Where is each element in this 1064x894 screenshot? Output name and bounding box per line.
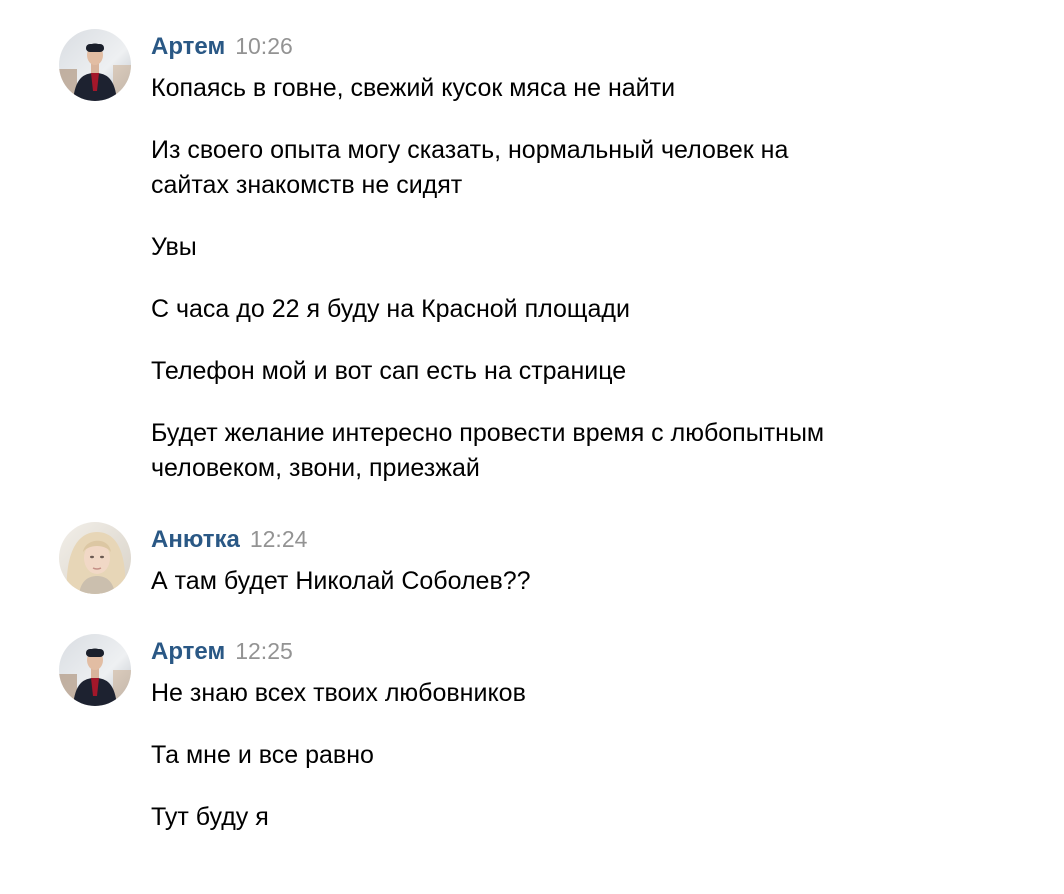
message-list: А там будет Николай Соболев?? [151,564,1011,599]
message-text: А там будет Николай Соболев?? [151,567,531,595]
woman-photo-avatar [59,522,131,594]
message-list: Копаясь в говне, свежий кусок мяса не на… [151,71,1011,486]
message-timestamp[interactable]: 12:25 [235,638,293,664]
message-text: Будет желание интересно провести время с… [151,419,825,482]
message-list: Не знаю всех твоих любовников Та мне и в… [151,676,1011,835]
message-timestamp[interactable]: 12:24 [250,526,308,552]
author-name-link[interactable]: Артем [151,638,225,665]
message-text: Не знаю всех твоих любовников [151,679,526,707]
message-text: Копаясь в говне, свежий кусок мяса не на… [151,74,676,102]
message-header: Артем 10:26 [151,33,293,65]
chat-history: Артем 10:26 Копаясь в говне, свежий кусок… [0,0,1064,894]
man-photo-avatar [59,634,131,706]
message-text: Та мне и все равно [151,741,374,769]
message-timestamp[interactable]: 10:26 [235,33,293,59]
message-text: Увы [151,233,197,261]
man-photo-avatar [59,29,131,101]
message-header: Артем 12:25 [151,638,293,670]
avatar[interactable] [59,634,131,706]
author-name-link[interactable]: Артем [151,33,225,60]
message-text: Телефон мой и вот сап есть на странице [151,357,627,385]
message-text: Тут буду я [151,803,269,831]
message-header: Анютка 12:24 [151,526,307,558]
message-text: Из своего опыта могу сказать, нормальный… [151,136,789,199]
message-text: С часа до 22 я буду на Красной площади [151,295,630,323]
avatar[interactable] [59,522,131,594]
author-name-link[interactable]: Анютка [151,526,240,553]
avatar[interactable] [59,29,131,101]
